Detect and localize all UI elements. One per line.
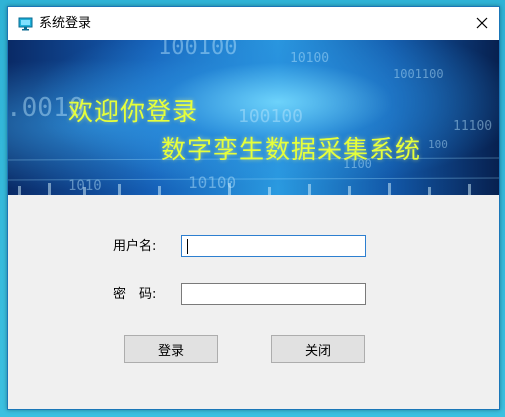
close-button[interactable]: 关闭 <box>271 335 365 363</box>
text-caret <box>187 239 188 254</box>
window-title: 系统登录 <box>39 16 92 31</box>
password-label: 密 码: <box>113 287 157 302</box>
login-button[interactable]: 登录 <box>124 335 218 363</box>
password-input[interactable] <box>181 283 366 305</box>
username-input[interactable] <box>181 235 366 257</box>
close-button-label: 关闭 <box>304 343 331 359</box>
binary-text: 100100 <box>238 106 303 127</box>
login-window: 系统登录 100100 10100 1001100 .0010 100100 1… <box>7 6 500 410</box>
binary-text: 100 <box>428 138 448 151</box>
banner-image: 100100 10100 1001100 .0010 100100 11100 … <box>8 40 499 195</box>
title-bar[interactable]: 系统登录 <box>8 7 499 40</box>
close-window-button[interactable] <box>465 7 499 40</box>
system-name-text: 数字孪生数据采集系统 <box>161 135 422 164</box>
close-icon <box>476 14 488 33</box>
binary-text: 10100 <box>290 51 329 66</box>
monitor-icon <box>18 16 33 31</box>
login-button-label: 登录 <box>157 343 184 359</box>
binary-text: 11100 <box>453 119 492 134</box>
welcome-text: 欢迎你登录 <box>68 97 199 126</box>
username-label: 用户名: <box>113 239 157 254</box>
binary-text: 100100 <box>158 40 237 60</box>
binary-text: 1001100 <box>393 67 444 81</box>
